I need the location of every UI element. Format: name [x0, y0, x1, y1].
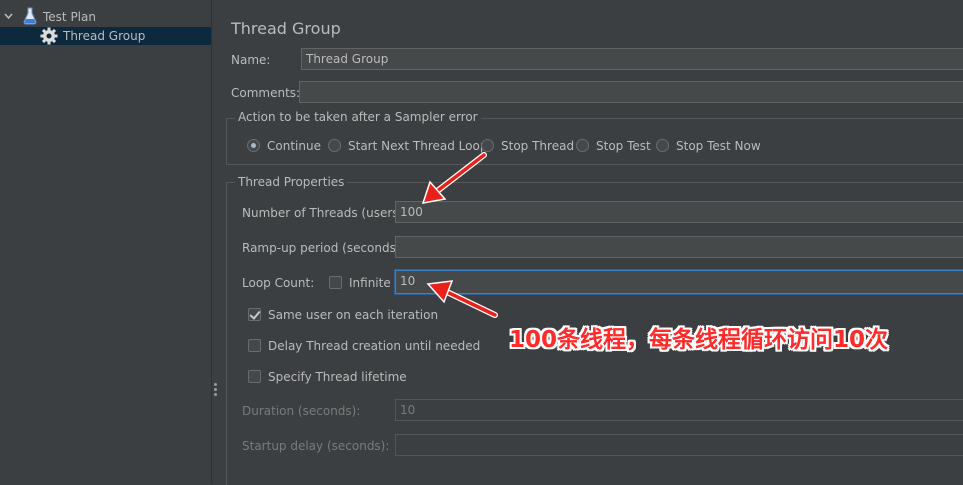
arrow-to-loop-count-icon [426, 280, 498, 318]
arrow-to-threads-icon [421, 152, 487, 204]
annotation-text: 100条线程，每条线程循环访问10次 [509, 327, 889, 353]
annotation-arrows [421, 152, 498, 318]
